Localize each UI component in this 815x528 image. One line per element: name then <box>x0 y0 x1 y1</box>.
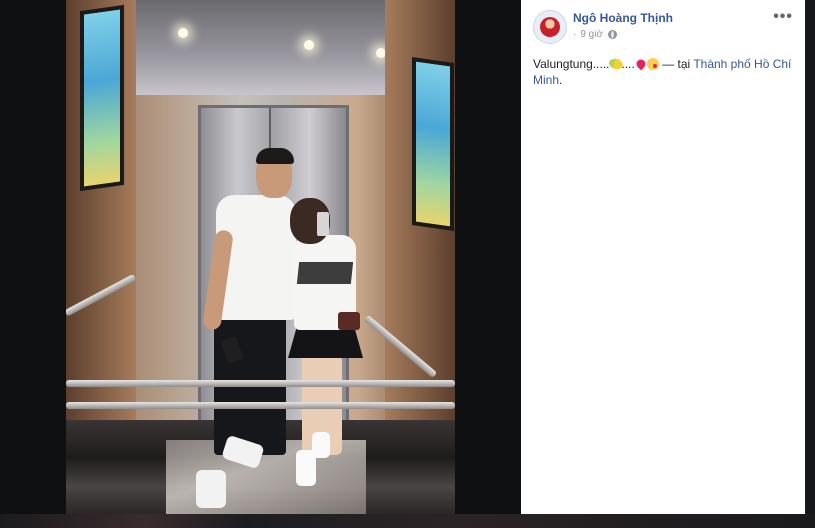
ad-screen-right <box>412 57 454 231</box>
more-options-button[interactable]: ••• <box>773 8 793 26</box>
post-photo[interactable] <box>66 0 455 515</box>
woman-sneaker <box>312 432 330 458</box>
background-page-strip <box>0 514 815 528</box>
handrail <box>66 380 455 387</box>
post-caption: Valungtung......... — tại Thành phố Hồ C… <box>533 55 795 88</box>
kiss-face-icon <box>646 58 659 70</box>
author-name-link[interactable]: Ngô Hoàng Thịnh <box>573 11 673 25</box>
handbag <box>338 312 360 330</box>
meta-separator: · <box>573 29 577 40</box>
caption-period: . <box>559 73 563 87</box>
man-sneaker <box>196 470 226 508</box>
ad-screen-left <box>80 4 124 192</box>
avatar-image <box>540 17 560 37</box>
globe-icon[interactable] <box>608 30 618 39</box>
photo-viewer: Ngô Hoàng Thịnh · 9 giờ ••• Valungtung..… <box>0 0 815 528</box>
selfie-phone <box>317 212 329 236</box>
caption-dots: .... <box>621 57 635 71</box>
viewer-edge <box>805 0 815 515</box>
heart-icon <box>634 57 648 71</box>
post-timestamp[interactable]: 9 giờ <box>580 29 603 40</box>
post-panel: Ngô Hoàng Thịnh · 9 giờ ••• Valungtung..… <box>521 0 805 515</box>
man-hair <box>256 148 294 164</box>
ceiling-light <box>178 28 188 38</box>
avatar[interactable] <box>533 10 567 44</box>
shirt-print <box>296 262 354 284</box>
caption-text: Valungtung..... <box>533 57 610 71</box>
ceiling-light <box>304 40 314 50</box>
handrail <box>66 402 455 409</box>
at-label: — tại <box>658 57 694 71</box>
post-meta: · 9 giờ <box>573 29 618 40</box>
